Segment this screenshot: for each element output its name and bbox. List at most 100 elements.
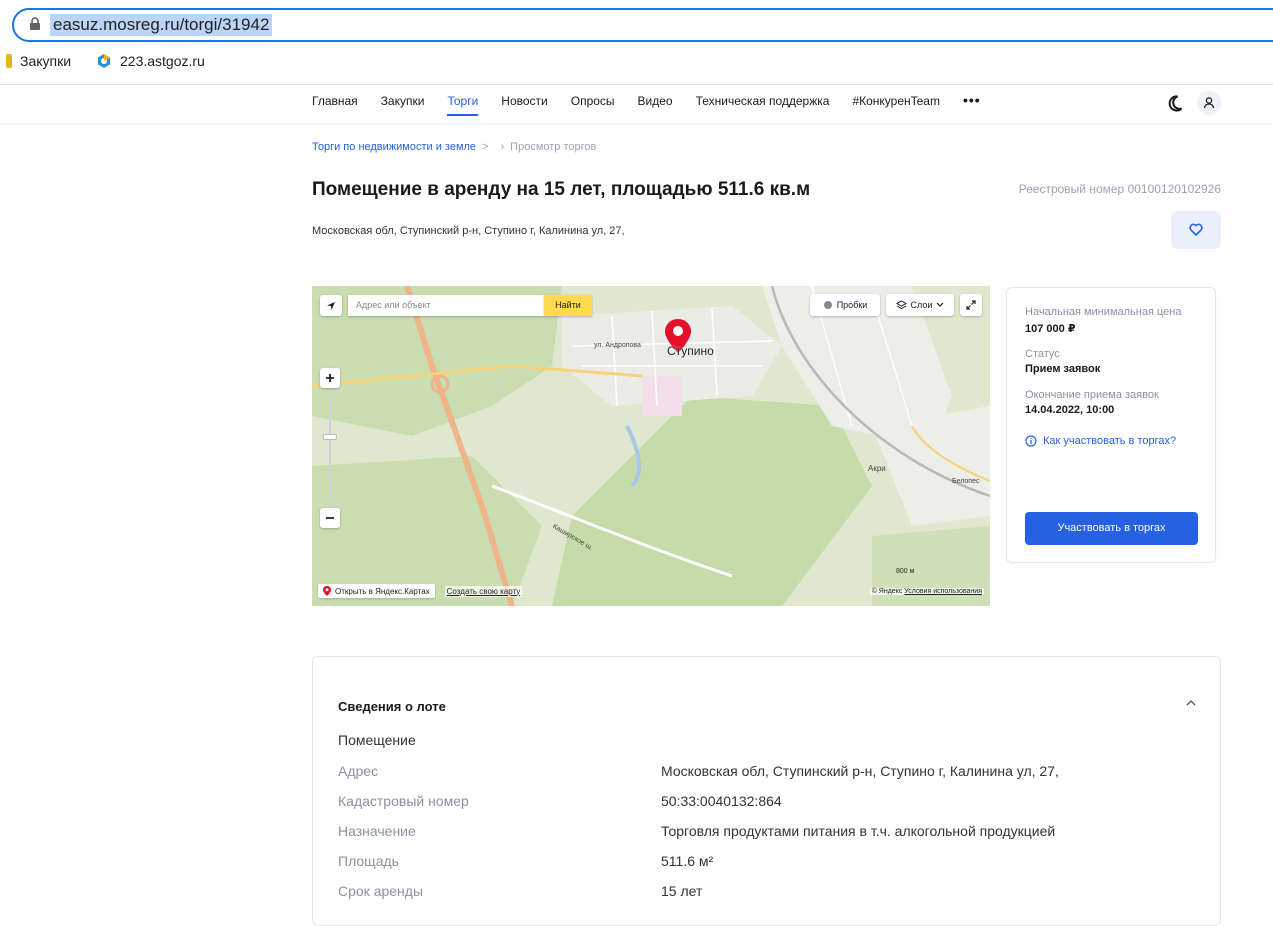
nav-item-polls[interactable]: Опросы: [571, 94, 615, 116]
nav-items: Главная Закупки Торги Новости Опросы Вид…: [312, 92, 1004, 116]
breadcrumb-separator: ›: [500, 141, 505, 153]
nav-item-torgi[interactable]: Торги: [447, 94, 478, 116]
detail-value: Московская обл, Ступинский р-н, Ступино …: [661, 763, 1059, 779]
plus-icon: [326, 374, 334, 382]
folder-icon: [6, 54, 12, 68]
price-label: Начальная минимальная цена: [1025, 306, 1182, 318]
participate-button[interactable]: Участвовать в торгах: [1025, 512, 1198, 545]
nav-item-home[interactable]: Главная: [312, 94, 358, 116]
lock-icon: [30, 17, 40, 30]
nav-item-news[interactable]: Новости: [501, 94, 547, 116]
terms-link[interactable]: Условия использования: [904, 588, 982, 595]
status-label: Статус: [1025, 348, 1060, 360]
traffic-icon: [823, 301, 832, 309]
zoom-control: [320, 368, 340, 528]
detail-value: Торговля продуктами питания в т.ч. алког…: [661, 823, 1056, 839]
map-tiles[interactable]: [312, 286, 990, 606]
site-navigation: Главная Закупки Торги Новости Опросы Вид…: [0, 85, 1273, 123]
map-street-label: ул. Андропова: [594, 342, 641, 349]
scale-label: 800 м: [896, 568, 915, 575]
lot-detail-row: Срок аренды 15 лет: [338, 883, 1198, 903]
user-icon: [1203, 97, 1215, 109]
heart-icon: [1189, 223, 1203, 236]
favorite-button[interactable]: [1171, 211, 1221, 249]
breadcrumb-parent-link[interactable]: Торги по недвижимости и земле: [312, 141, 476, 153]
deadline-value: 14.04.2022, 10:00: [1025, 404, 1115, 416]
create-map-link[interactable]: Создать свою карту: [444, 585, 523, 597]
lot-address: Московская обл, Ступинский р-н, Ступино …: [312, 225, 625, 237]
bookmark-zakupki[interactable]: Закупки: [6, 53, 71, 69]
map-scale: 800 м: [896, 568, 914, 575]
yandex-pin-icon: [323, 586, 331, 596]
detail-value: 15 лет: [661, 883, 703, 899]
auction-summary-card: Начальная минимальная цена 107 000 ₽ Ста…: [1006, 287, 1216, 563]
detail-key: Адрес: [338, 763, 379, 779]
zoom-in-button[interactable]: [320, 368, 340, 388]
zoom-out-button[interactable]: [320, 508, 340, 528]
layers-label: Слои: [910, 300, 933, 310]
lot-details-heading: Сведения о лоте: [338, 699, 446, 714]
map-place-label: Акри: [868, 464, 886, 473]
deadline-label: Окончание приема заявок: [1025, 389, 1159, 401]
layers-button[interactable]: Слои: [886, 294, 954, 316]
lot-detail-row: Назначение Торговля продуктами питания в…: [338, 823, 1198, 843]
page-title: Помещение в аренду на 15 лет, площадью 5…: [312, 179, 811, 200]
detail-key: Площадь: [338, 853, 399, 869]
registry-number: Реестровый номер 00100120102926: [1018, 182, 1221, 196]
nav-item-konkurenteam[interactable]: #КонкуренTeam: [852, 94, 940, 116]
map-widget[interactable]: Адрес или объект Найти Пробки Слои Ступи…: [312, 286, 990, 606]
traffic-button[interactable]: Пробки: [810, 294, 880, 316]
nav-item-video[interactable]: Видео: [638, 94, 673, 116]
detail-value: 511.6 м²: [661, 853, 714, 869]
info-icon: [1025, 435, 1037, 447]
map-search-input[interactable]: Адрес или объект: [348, 295, 544, 316]
how-to-participate-label: Как участвовать в торгах?: [1043, 435, 1177, 447]
breadcrumb: Торги по недвижимости и земле > › Просмотр …: [312, 141, 596, 153]
map-place-label: Белопес: [952, 478, 980, 485]
bookmark-label: 223.astgoz.ru: [120, 53, 205, 69]
layers-icon: [895, 300, 907, 310]
breadcrumb-separator: >: [482, 141, 489, 153]
detail-key: Кадастровый номер: [338, 793, 469, 809]
chevron-down-icon: [937, 302, 944, 307]
url-text[interactable]: easuz.mosreg.ru/torgi/31942: [50, 14, 273, 36]
open-in-yandex-label: Открыть в Яндекс.Картах: [335, 586, 430, 596]
expand-icon: [966, 300, 976, 310]
user-profile-button[interactable]: [1197, 91, 1221, 115]
map-copyright: © Яндекс Условия использования: [869, 588, 984, 595]
bookmark-label: Закупки: [20, 53, 72, 69]
nav-item-zakupki[interactable]: Закупки: [381, 94, 425, 116]
map-city-label: Ступино: [667, 344, 714, 358]
copyright-text: © Яндекс: [871, 588, 903, 595]
status-value: Прием заявок: [1025, 363, 1101, 375]
browser-address-bar[interactable]: easuz.mosreg.ru/torgi/31942: [0, 8, 1273, 42]
chevron-up-icon[interactable]: [1186, 699, 1196, 707]
nav-item-support[interactable]: Техническая поддержка: [696, 94, 830, 116]
lot-detail-row: Площадь 511.6 м²: [338, 853, 1198, 873]
map-bottom-links: Открыть в Яндекс.Картах Создать свою кар…: [318, 583, 523, 599]
dark-mode-moon-icon[interactable]: [1165, 93, 1185, 113]
nav-more-menu[interactable]: •••: [963, 92, 981, 116]
fullscreen-button[interactable]: [960, 294, 982, 316]
astgoz-logo-icon: [98, 54, 110, 68]
breadcrumb-current: Просмотр торгов: [510, 141, 597, 153]
zoom-slider-handle[interactable]: [323, 434, 337, 440]
detail-key: Срок аренды: [338, 883, 424, 899]
lot-detail-row: Кадастровый номер 50:33:0040132:864: [338, 793, 1198, 813]
minus-icon: [326, 517, 334, 519]
bookmark-astgoz[interactable]: 223.astgoz.ru: [96, 53, 205, 69]
open-in-yandex-maps-link[interactable]: Открыть в Яндекс.Картах: [318, 584, 435, 598]
price-value: 107 000 ₽: [1025, 323, 1076, 335]
lot-type: Помещение: [338, 732, 416, 748]
bookmarks-bar: Закупки 223.astgoz.ru: [0, 50, 1273, 76]
how-to-participate-link[interactable]: Как участвовать в торгах?: [1025, 435, 1176, 447]
zoom-track[interactable]: [329, 390, 331, 508]
geolocation-button[interactable]: [320, 295, 342, 316]
traffic-label: Пробки: [836, 300, 868, 310]
location-arrow-icon: [327, 301, 335, 310]
lot-details-section: Сведения о лоте Помещение Адрес Московск…: [312, 656, 1221, 926]
detail-key: Назначение: [338, 823, 416, 839]
lot-detail-row: Адрес Московская обл, Ступинский р-н, Ст…: [338, 763, 1198, 783]
detail-value: 50:33:0040132:864: [661, 793, 782, 809]
map-find-button[interactable]: Найти: [544, 295, 592, 316]
